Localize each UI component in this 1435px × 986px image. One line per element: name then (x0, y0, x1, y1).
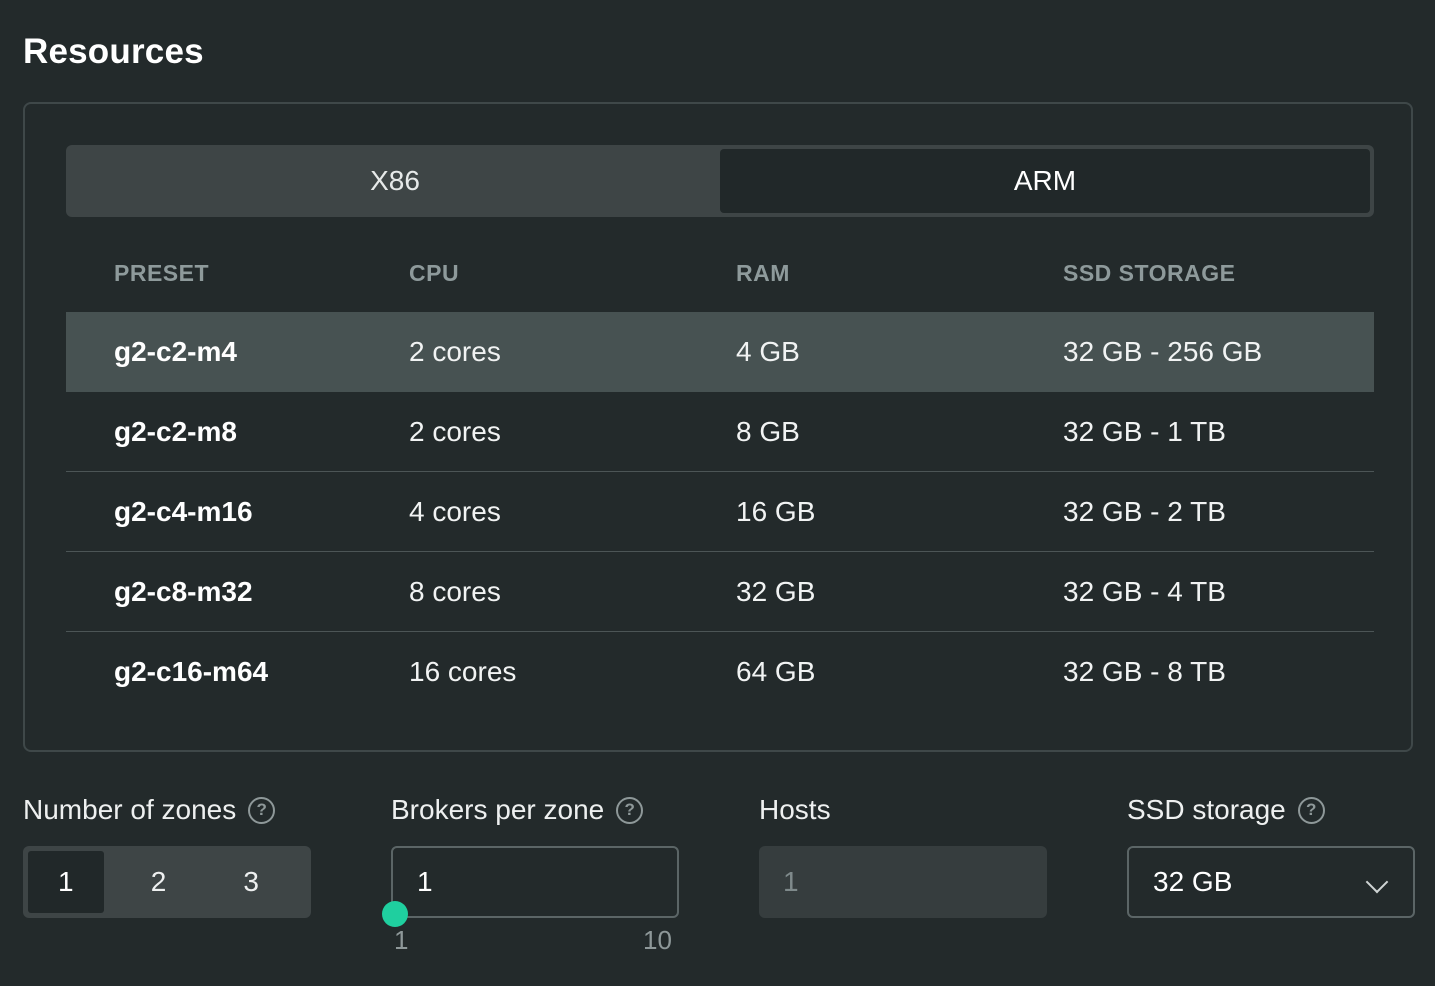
ssd-cell: 32 GB - 1 TB (1063, 415, 1226, 447)
tab-arm[interactable]: ARM (720, 149, 1370, 213)
preset-cell: g2-c2-m8 (114, 415, 237, 447)
ssd-cell: 32 GB - 4 TB (1063, 575, 1226, 607)
ssd-cell: 32 GB - 256 GB (1063, 336, 1263, 367)
preset-cell: g2-c2-m4 (114, 336, 237, 367)
ssd-value: 32 GB (1153, 866, 1233, 897)
table-row[interactable]: g2-c16-m64 16 cores 64 GB 32 GB - 8 TB (66, 632, 1374, 712)
table-row[interactable]: g2-c8-m32 8 cores 32 GB 32 GB - 4 TB (66, 552, 1374, 632)
architecture-tabs: X86 ARM (66, 145, 1374, 217)
table-row[interactable]: g2-c2-m4 2 cores 4 GB 32 GB - 256 GB (66, 312, 1374, 392)
preset-cell: g2-c16-m64 (114, 656, 269, 687)
resources-panel: X86 ARM PRESET CPU RAM SSD STORAGE g2-c2… (23, 102, 1413, 752)
table-row[interactable]: g2-c4-m16 4 cores 16 GB 32 GB - 2 TB (66, 472, 1374, 552)
preset-cell: g2-c4-m16 (114, 495, 253, 527)
zones-label: Number of zones (23, 794, 237, 825)
column-header-ssd-storage: SSD STORAGE (1063, 259, 1236, 286)
hosts-field: 1 (759, 846, 1047, 918)
zone-option-3[interactable]: 3 (213, 851, 289, 913)
cpu-cell: 16 cores (409, 656, 517, 687)
table-row[interactable]: g2-c2-m8 2 cores 8 GB 32 GB - 1 TB (66, 392, 1374, 472)
slider-max-label: 10 (643, 925, 672, 955)
preset-cell: g2-c8-m32 (114, 575, 253, 607)
slider-min-label: 1 (394, 925, 409, 955)
zone-option-2[interactable]: 2 (121, 851, 197, 913)
zones-selector: 1 2 3 (23, 846, 311, 918)
ssd-storage-select[interactable]: 32 GB (1127, 846, 1415, 918)
ram-cell: 32 GB (736, 575, 816, 607)
ram-cell: 64 GB (736, 656, 816, 687)
question-circle-icon[interactable]: ? (248, 796, 276, 824)
cpu-cell: 8 cores (409, 575, 501, 607)
column-header-preset: PRESET (114, 259, 210, 286)
cpu-cell: 4 cores (409, 495, 501, 527)
ram-cell: 16 GB (736, 495, 816, 527)
brokers-input[interactable]: 1 (391, 846, 679, 918)
zone-option-1[interactable]: 1 (28, 851, 104, 913)
brokers-slider-handle[interactable] (382, 901, 408, 927)
brokers-label-group: Brokers per zone ? (391, 794, 644, 826)
chevron-down-icon (1365, 870, 1389, 894)
question-circle-icon[interactable]: ? (1297, 796, 1325, 824)
table-header: PRESET CPU RAM SSD STORAGE (66, 234, 1374, 312)
ram-cell: 4 GB (736, 336, 800, 367)
ssd-label-group: SSD storage ? (1127, 794, 1325, 826)
tab-x86[interactable]: X86 (70, 149, 720, 213)
column-header-cpu: CPU (409, 259, 460, 286)
preset-table: PRESET CPU RAM SSD STORAGE g2-c2-m4 2 co… (66, 234, 1374, 712)
hosts-value: 1 (783, 866, 799, 897)
zones-label-group: Number of zones ? (23, 794, 276, 826)
brokers-label: Brokers per zone (391, 794, 605, 825)
ssd-cell: 32 GB - 8 TB (1063, 656, 1226, 687)
cpu-cell: 2 cores (409, 336, 501, 367)
column-header-ram: RAM (736, 259, 790, 286)
ssd-label: SSD storage (1127, 794, 1286, 825)
resources-page: Resources X86 ARM PRESET CPU RAM SSD STO… (0, 0, 1435, 986)
question-circle-icon[interactable]: ? (616, 796, 644, 824)
hosts-label: Hosts (759, 794, 831, 825)
ram-cell: 8 GB (736, 415, 800, 447)
cpu-cell: 2 cores (409, 415, 501, 447)
ssd-cell: 32 GB - 2 TB (1063, 495, 1226, 527)
hosts-label-group: Hosts (759, 794, 831, 826)
brokers-value: 1 (417, 866, 433, 897)
section-title: Resources (23, 32, 204, 71)
